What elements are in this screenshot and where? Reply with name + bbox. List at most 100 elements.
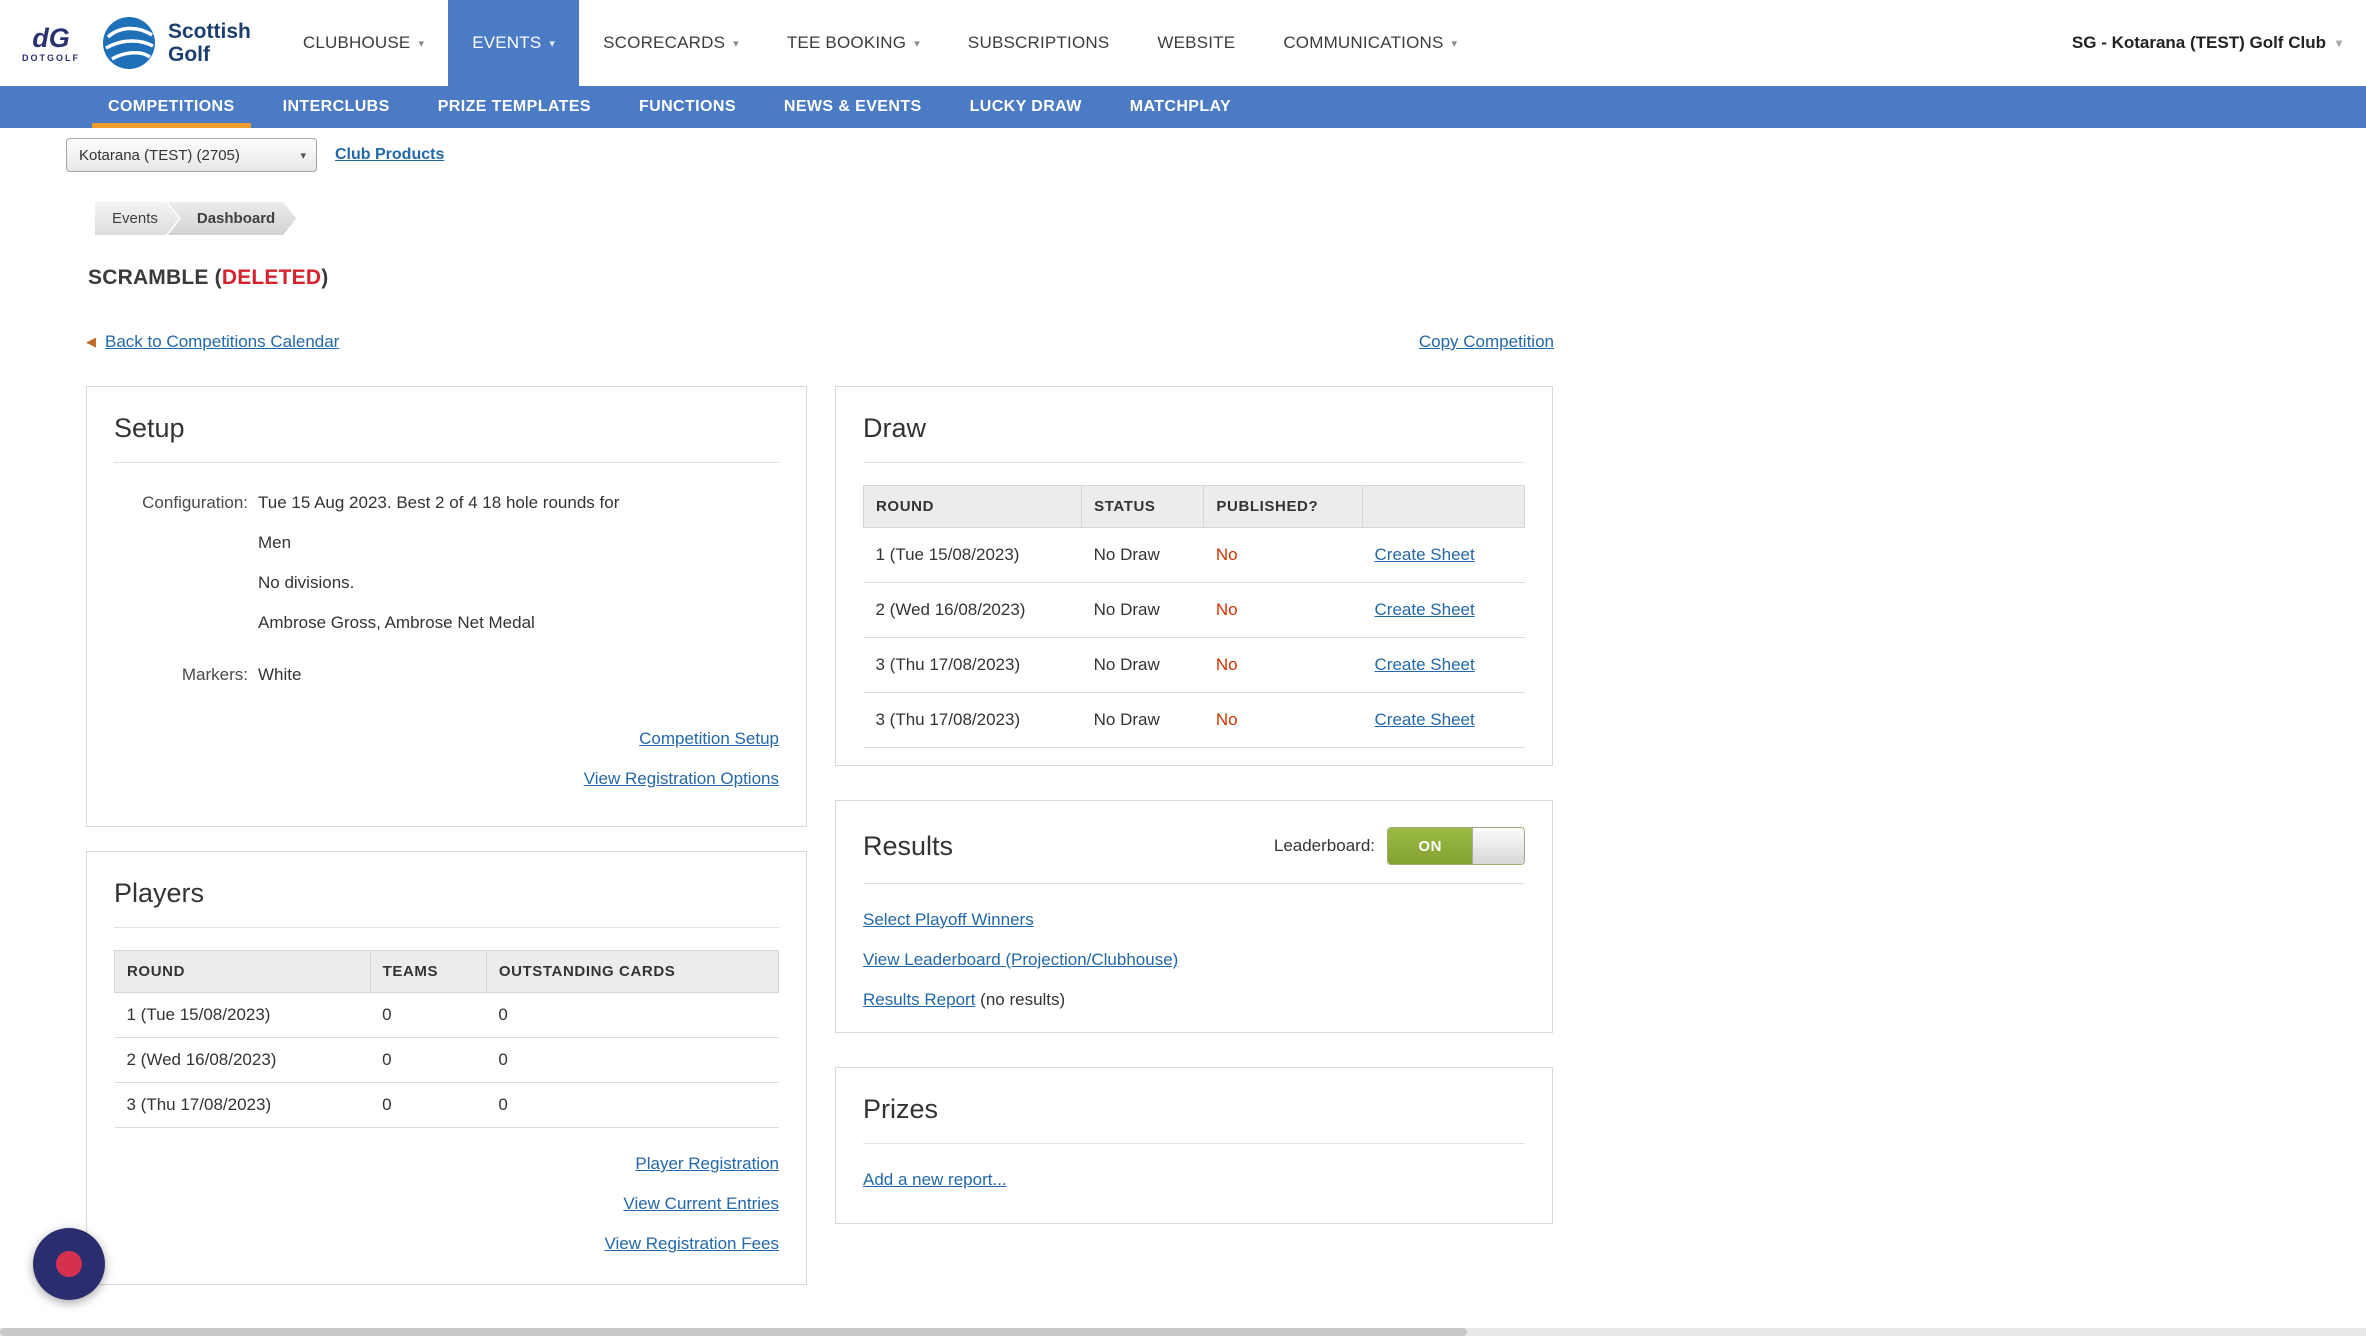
subnav-item-functions[interactable]: FUNCTIONS (623, 86, 752, 128)
horizontal-scrollbar[interactable] (0, 1328, 2366, 1336)
column-header-outstanding-cards: OUTSTANDING CARDS (486, 951, 778, 993)
teams-cell: 0 (370, 1083, 486, 1128)
draw-row: 3 (Thu 17/08/2023) No Draw No Create She… (864, 638, 1525, 693)
add-new-report-link[interactable]: Add a new report... (863, 1170, 1007, 1189)
draw-row: 2 (Wed 16/08/2023) No Draw No Create She… (864, 583, 1525, 638)
toggle-on-label: ON (1388, 828, 1472, 864)
divider (863, 1143, 1525, 1144)
column-header-round: ROUND (864, 486, 1082, 528)
menu-item-events[interactable]: EVENTS▾ (448, 0, 579, 86)
published-cell: No (1204, 528, 1363, 583)
dotgolf-logo[interactable]: dG DOTGOLF (22, 23, 80, 63)
subnav-item-lucky-draw[interactable]: LUCKY DRAW (954, 86, 1098, 128)
chevron-down-icon: ▾ (300, 149, 306, 162)
setup-title: Setup (114, 413, 779, 444)
menu-item-clubhouse[interactable]: CLUBHOUSE▾ (279, 0, 448, 86)
chevron-down-icon: ▾ (2336, 36, 2342, 50)
subnav-item-prize-templates[interactable]: PRIZE TEMPLATES (422, 86, 607, 128)
divider (114, 462, 779, 463)
chevron-down-icon: ▾ (549, 37, 555, 50)
menu-item-subscriptions[interactable]: SUBSCRIPTIONS (944, 0, 1133, 86)
results-report-note: (no results) (975, 990, 1065, 1009)
scrollbar-thumb[interactable] (0, 1328, 1467, 1336)
view-leaderboard-link[interactable]: View Leaderboard (Projection/Clubhouse) (863, 950, 1178, 969)
results-report-link[interactable]: Results Report (863, 990, 975, 1009)
status-cell: No Draw (1082, 693, 1204, 748)
subnav-item-interclubs[interactable]: INTERCLUBS (267, 86, 406, 128)
published-cell: No (1204, 583, 1363, 638)
leaderboard-toggle[interactable]: ON (1387, 827, 1525, 865)
published-cell: No (1204, 638, 1363, 693)
configuration-row: Configuration: Tue 15 Aug 2023. Best 2 o… (114, 493, 779, 653)
draw-title: Draw (863, 413, 1525, 444)
column-header-actions (1363, 486, 1525, 528)
round-cell: 3 (Thu 17/08/2023) (864, 693, 1082, 748)
create-sheet-link[interactable]: Create Sheet (1375, 600, 1475, 619)
column-header-status: STATUS (1082, 486, 1204, 528)
chevron-down-icon: ▾ (733, 37, 739, 50)
club-products-link[interactable]: Club Products (335, 146, 444, 164)
players-title: Players (114, 878, 779, 909)
configuration-label: Configuration: (114, 493, 248, 653)
players-row: 1 (Tue 15/08/2023) 0 0 (115, 993, 779, 1038)
view-current-entries-link[interactable]: View Current Entries (623, 1194, 779, 1213)
back-link-row: ◀ Back to Competitions Calendar (86, 332, 339, 352)
menu-item-communications[interactable]: COMMUNICATIONS▾ (1259, 0, 1481, 86)
column-header-teams: TEAMS (370, 951, 486, 993)
subnav-item-matchplay[interactable]: MATCHPLAY (1114, 86, 1247, 128)
scottish-golf-logo[interactable]: Scottish Golf (102, 16, 251, 70)
cards-cell: 0 (486, 993, 778, 1038)
create-sheet-link[interactable]: Create Sheet (1375, 545, 1475, 564)
menu-item-tee-booking[interactable]: TEE BOOKING▾ (763, 0, 944, 86)
select-playoff-winners-link[interactable]: Select Playoff Winners (863, 910, 1034, 929)
club-row: Kotarana (TEST) (2705) ▾ Club Products (66, 138, 2366, 172)
view-registration-fees-link[interactable]: View Registration Fees (605, 1234, 780, 1253)
menu-item-website[interactable]: WEBSITE (1133, 0, 1259, 86)
competition-setup-link[interactable]: Competition Setup (639, 729, 779, 748)
account-name: SG - Kotarana (TEST) Golf Club (2072, 33, 2326, 53)
view-registration-options-link[interactable]: View Registration Options (584, 769, 779, 788)
club-select[interactable]: Kotarana (TEST) (2705) ▾ (66, 138, 317, 172)
divider (863, 462, 1525, 463)
account-menu[interactable]: SG - Kotarana (TEST) Golf Club ▾ (2072, 0, 2366, 86)
page-title: SCRAMBLE (DELETED) (88, 266, 2366, 290)
prizes-card: Prizes Add a new report... (835, 1067, 1553, 1224)
leaderboard-label: Leaderboard: (1274, 836, 1375, 856)
toggle-knob (1472, 828, 1524, 864)
draw-header-row: ROUND STATUS PUBLISHED? (864, 486, 1525, 528)
status-cell: No Draw (1082, 638, 1204, 693)
column-header-round: ROUND (115, 951, 371, 993)
breadcrumb: Events Dashboard (95, 202, 2366, 235)
breadcrumb-dashboard[interactable]: Dashboard (168, 202, 296, 235)
players-header-row: ROUND TEAMS OUTSTANDING CARDS (115, 951, 779, 993)
subnav-item-news-events[interactable]: NEWS & EVENTS (768, 86, 938, 128)
breadcrumb-events[interactable]: Events (95, 202, 179, 235)
back-arrow-icon: ◀ (86, 334, 96, 350)
players-row: 2 (Wed 16/08/2023) 0 0 (115, 1038, 779, 1083)
chat-widget-button[interactable] (33, 1228, 105, 1300)
prizes-title: Prizes (863, 1094, 1525, 1125)
chevron-down-icon: ▾ (1452, 37, 1458, 50)
column-header-published: PUBLISHED? (1204, 486, 1363, 528)
subnav-item-competitions[interactable]: COMPETITIONS (92, 86, 251, 128)
create-sheet-link[interactable]: Create Sheet (1375, 710, 1475, 729)
create-sheet-link[interactable]: Create Sheet (1375, 655, 1475, 674)
player-registration-link[interactable]: Player Registration (635, 1154, 779, 1173)
menu-item-scorecards[interactable]: SCORECARDS▾ (579, 0, 763, 86)
setup-links: Competition Setup View Registration Opti… (114, 729, 779, 789)
top-nav: dG DOTGOLF Scottish Golf CLUBHOUSE▾ EVEN… (0, 0, 2366, 86)
brand-area: dG DOTGOLF Scottish Golf (0, 0, 279, 86)
players-card: Players ROUND TEAMS OUTSTANDING CARDS 1 … (86, 851, 807, 1285)
dotgolf-logo-text: DOTGOLF (22, 53, 80, 63)
players-row: 3 (Thu 17/08/2023) 0 0 (115, 1083, 779, 1128)
round-cell: 1 (Tue 15/08/2023) (115, 993, 371, 1038)
players-table: ROUND TEAMS OUTSTANDING CARDS 1 (Tue 15/… (114, 950, 779, 1128)
results-card: Results Leaderboard: ON Select Playoff W… (835, 800, 1553, 1033)
copy-competition-link[interactable]: Copy Competition (1419, 332, 1554, 352)
chevron-down-icon: ▾ (914, 37, 920, 50)
draw-row: 1 (Tue 15/08/2023) No Draw No Create She… (864, 528, 1525, 583)
draw-card: Draw ROUND STATUS PUBLISHED? 1 (Tue 15/0… (835, 386, 1553, 766)
markers-row: Markers: White (114, 665, 779, 685)
back-to-competitions-link[interactable]: Back to Competitions Calendar (105, 332, 339, 352)
round-cell: 2 (Wed 16/08/2023) (864, 583, 1082, 638)
